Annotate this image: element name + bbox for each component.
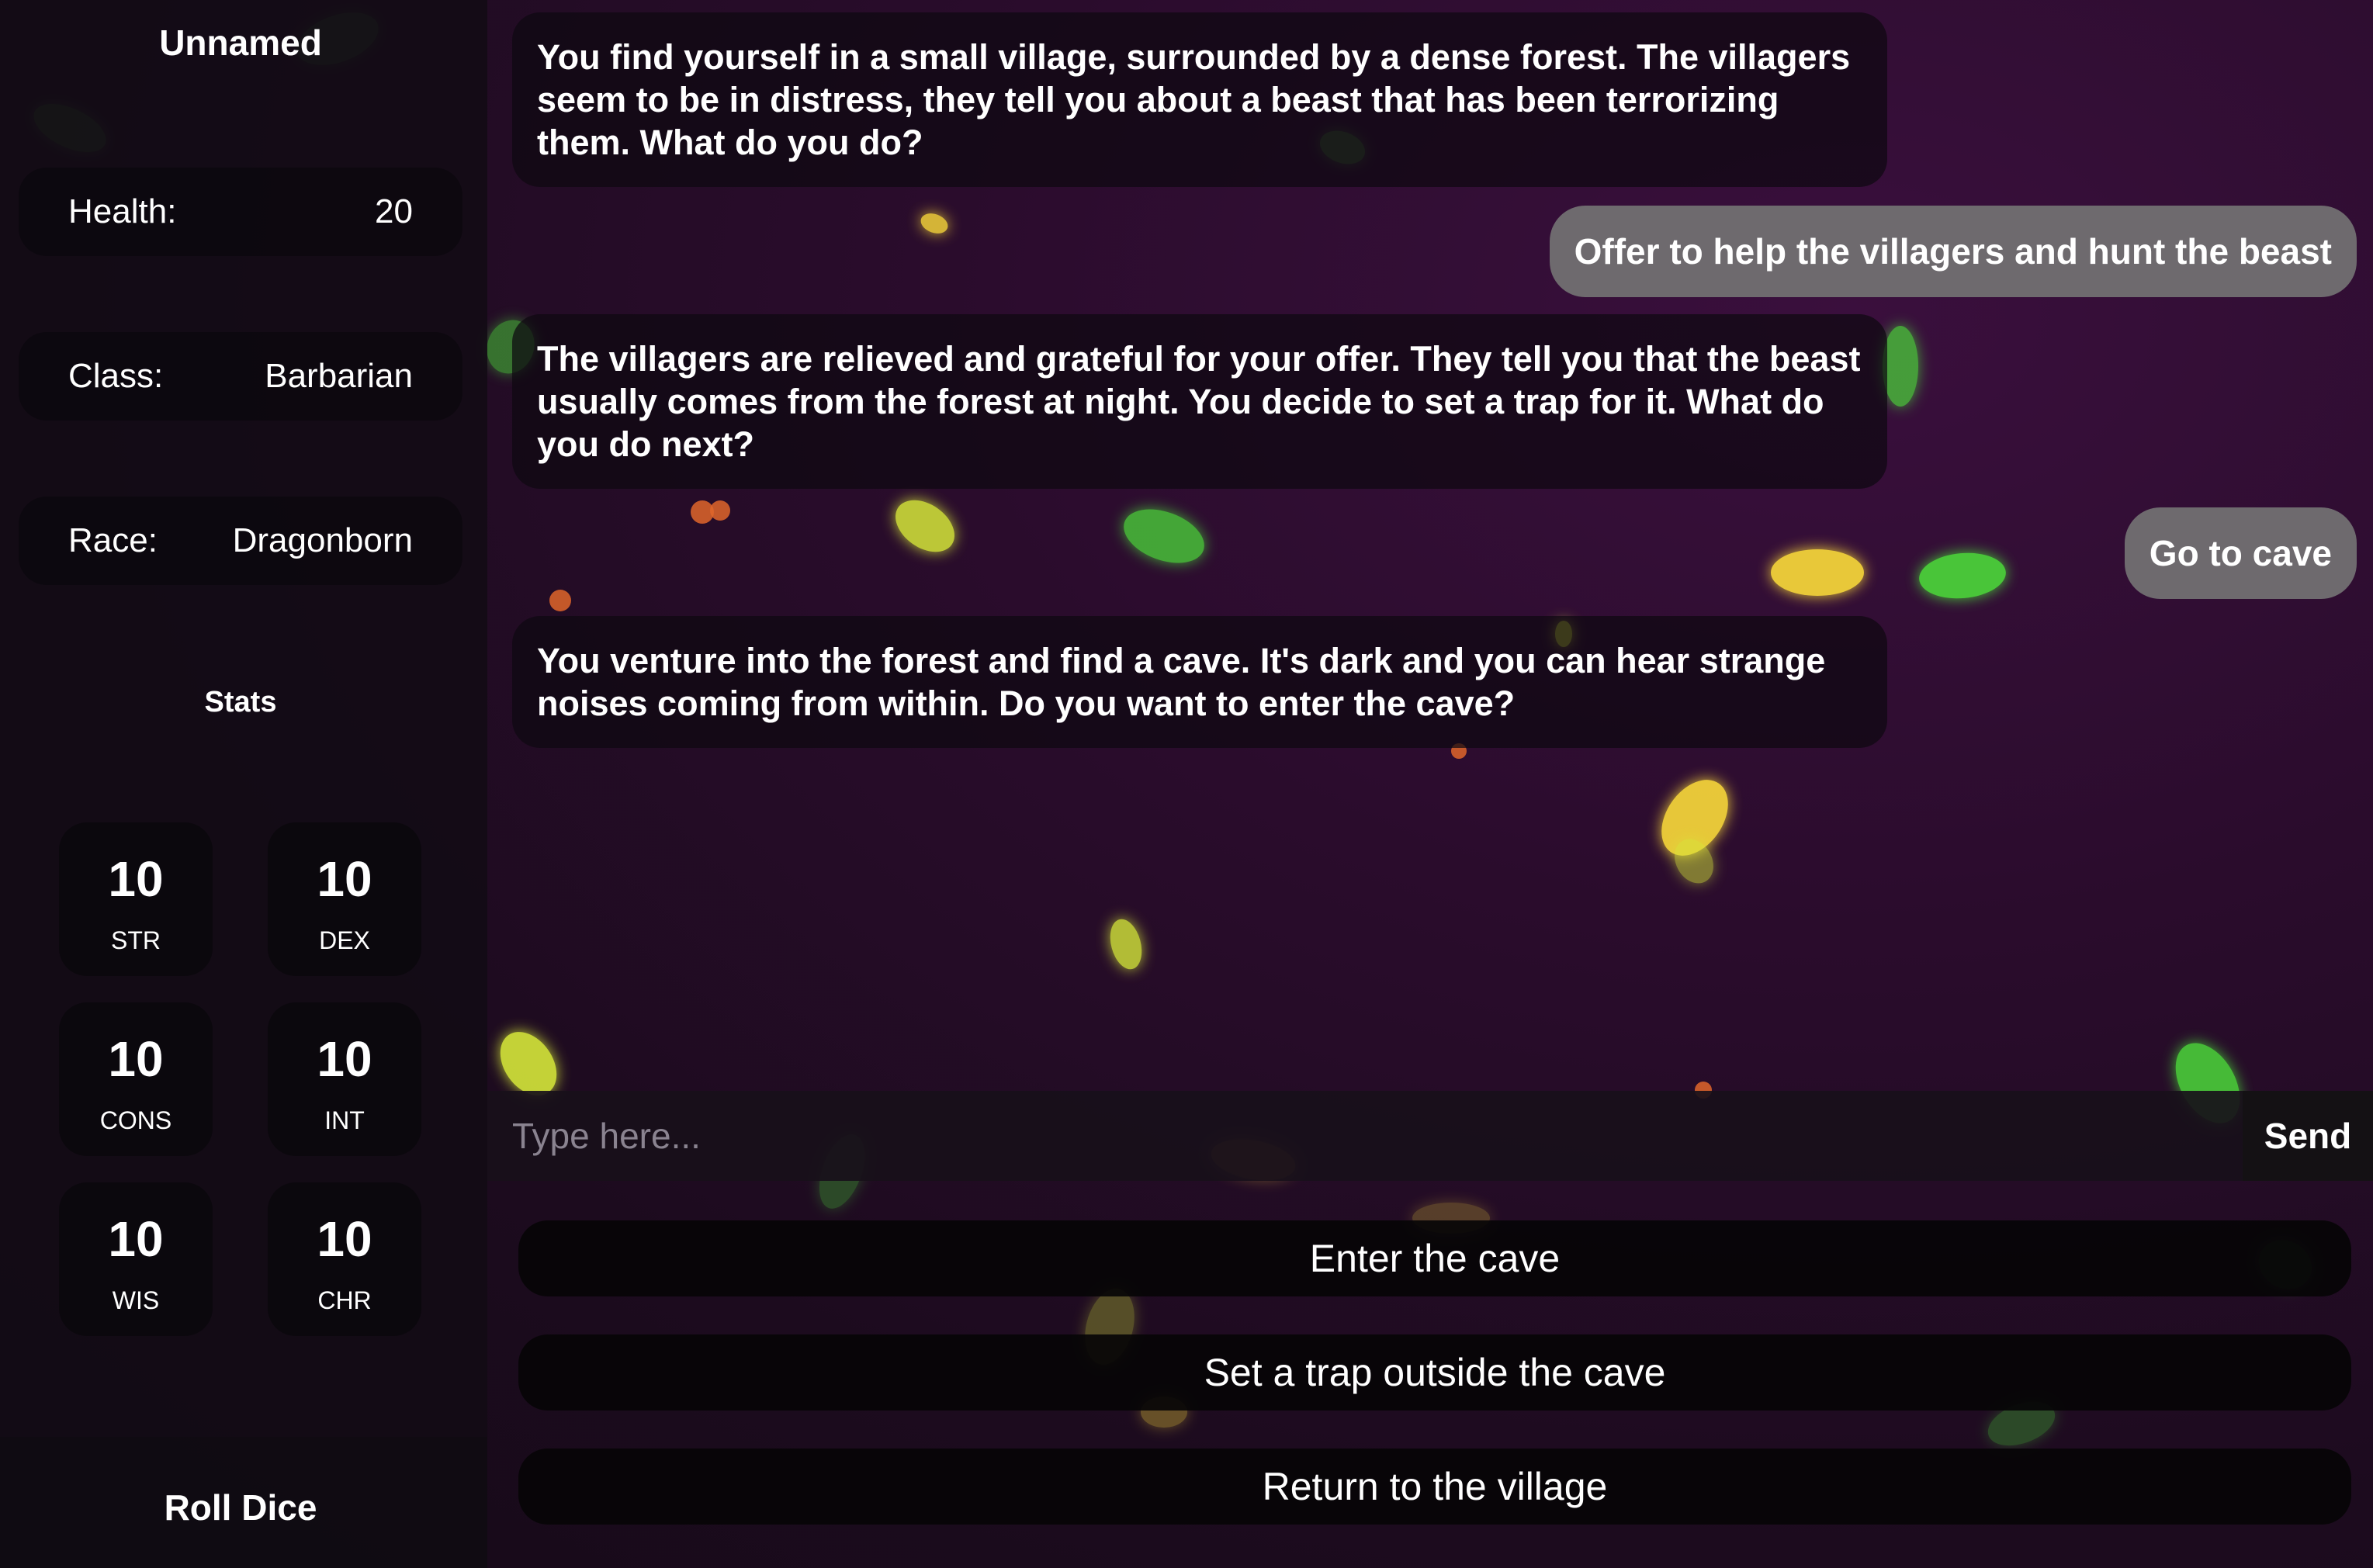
stat-value: 10 bbox=[317, 851, 372, 907]
health-label: Health: bbox=[68, 192, 177, 230]
leaf-decoration bbox=[917, 209, 951, 237]
leaf-decoration bbox=[1116, 499, 1212, 573]
stat-label: WIS bbox=[112, 1286, 160, 1314]
leaf-decoration bbox=[1667, 832, 1721, 891]
roll-dice-button[interactable]: Roll Dice bbox=[0, 1437, 487, 1568]
ember-decoration bbox=[710, 500, 730, 521]
stat-label: CONS bbox=[99, 1106, 172, 1134]
roll-dice-label: Roll Dice bbox=[164, 1487, 317, 1528]
ember-decoration bbox=[549, 590, 571, 611]
choice-button[interactable]: Enter the cave bbox=[518, 1220, 2351, 1296]
leaf-decoration bbox=[1105, 916, 1147, 973]
health-row: Health: 20 bbox=[19, 168, 462, 256]
stat-cons: 10 CONS bbox=[59, 1002, 213, 1156]
narrator-message: You find yourself in a small village, su… bbox=[512, 12, 1887, 187]
stat-str: 10 STR bbox=[59, 822, 213, 976]
stat-chr: 10 CHR bbox=[268, 1182, 421, 1336]
stat-value: 10 bbox=[317, 1031, 372, 1087]
leaf-decoration bbox=[1883, 326, 1918, 407]
character-sidebar: Unnamed Health: 20 Class: Barbarian Race… bbox=[0, 0, 487, 1568]
stat-label: INT bbox=[324, 1106, 365, 1134]
stat-label: DEX bbox=[319, 926, 370, 954]
chat-input-bar: Send bbox=[487, 1091, 2373, 1181]
choice-button[interactable]: Return to the village bbox=[518, 1449, 2351, 1525]
leaf-decoration bbox=[1917, 549, 2008, 602]
stat-label: CHR bbox=[317, 1286, 372, 1314]
class-value: Barbarian bbox=[265, 357, 413, 395]
class-row: Class: Barbarian bbox=[19, 332, 462, 421]
stat-dex: 10 DEX bbox=[268, 822, 421, 976]
narrator-message: The villagers are relieved and grateful … bbox=[512, 314, 1887, 489]
character-name: Unnamed bbox=[159, 22, 322, 63]
stat-value: 10 bbox=[108, 1031, 164, 1087]
stat-int: 10 INT bbox=[268, 1002, 421, 1156]
send-button[interactable]: Send bbox=[2243, 1091, 2373, 1181]
leaf-decoration bbox=[1771, 549, 1864, 596]
health-value: 20 bbox=[375, 192, 413, 230]
stat-value: 10 bbox=[108, 851, 164, 907]
narrator-message: You venture into the forest and find a c… bbox=[512, 616, 1887, 748]
race-value: Dragonborn bbox=[232, 521, 413, 559]
player-message: Offer to help the villagers and hunt the… bbox=[1549, 206, 2357, 297]
player-message: Go to cave bbox=[2124, 507, 2357, 599]
race-row: Race: Dragonborn bbox=[19, 497, 462, 585]
leaf-decoration bbox=[1647, 767, 1742, 868]
choice-button[interactable]: Set a trap outside the cave bbox=[518, 1334, 2351, 1411]
stat-label: STR bbox=[111, 926, 161, 954]
leaf-decoration bbox=[885, 489, 965, 563]
stat-wis: 10 WIS bbox=[59, 1182, 213, 1336]
stat-value: 10 bbox=[317, 1211, 372, 1267]
chat-input[interactable] bbox=[487, 1091, 2243, 1181]
stat-value: 10 bbox=[108, 1211, 164, 1267]
stats-title: Stats bbox=[204, 686, 277, 718]
ember-decoration bbox=[691, 500, 714, 524]
class-label: Class: bbox=[68, 357, 164, 395]
race-label: Race: bbox=[68, 521, 158, 559]
